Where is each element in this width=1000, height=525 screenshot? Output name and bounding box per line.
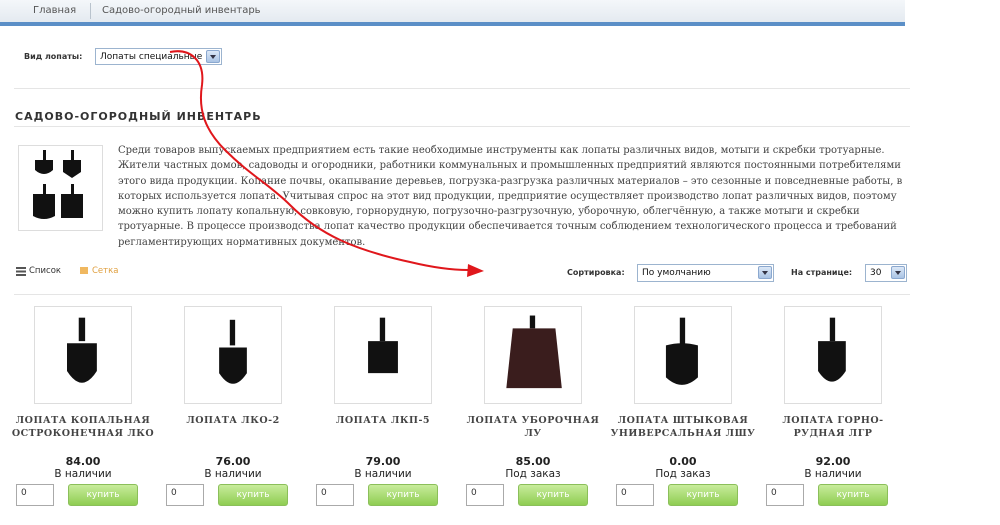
annotation-arrow (169, 50, 484, 277)
